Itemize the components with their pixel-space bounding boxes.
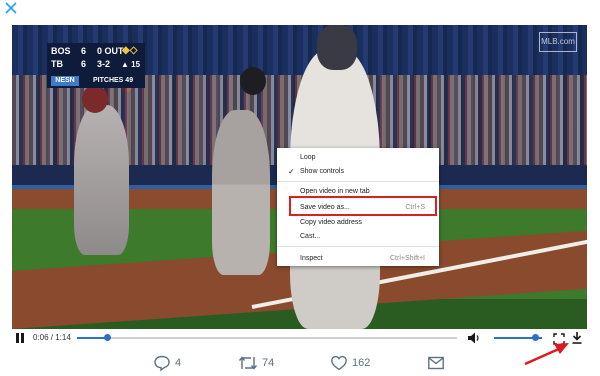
menu-divider bbox=[277, 246, 439, 247]
reply-count: 4 bbox=[175, 357, 182, 369]
progress-handle[interactable] bbox=[104, 334, 112, 341]
progress-fill bbox=[77, 337, 108, 339]
mlb-watermark: MLB.com bbox=[539, 32, 577, 52]
home-team: TB bbox=[51, 59, 63, 69]
close-icon bbox=[5, 2, 17, 14]
progress-bar[interactable] bbox=[77, 334, 457, 341]
checkmark-icon: ✓ bbox=[288, 167, 295, 176]
network-badge: NESN bbox=[51, 76, 79, 86]
runner-player bbox=[74, 105, 129, 255]
away-runs: 6 bbox=[81, 46, 87, 56]
home-runs: 6 bbox=[81, 59, 87, 69]
retweet-button[interactable]: 74 bbox=[238, 354, 274, 372]
bases-icon: ◆◇ bbox=[122, 45, 138, 56]
volume-button[interactable] bbox=[467, 331, 481, 345]
inning-arrow-icon: ▲ bbox=[121, 60, 129, 69]
menu-item-show-controls[interactable]: ✓ Show controls bbox=[277, 165, 439, 178]
ball-strike-count: 3-2 bbox=[97, 59, 111, 69]
pause-button[interactable] bbox=[16, 333, 26, 343]
envelope-icon bbox=[428, 356, 444, 370]
menu-item-cast[interactable]: Cast... bbox=[277, 230, 439, 243]
close-button[interactable] bbox=[2, 0, 20, 18]
volume-icon bbox=[468, 332, 479, 344]
menu-item-copy-video-address[interactable]: Copy video address bbox=[277, 216, 439, 229]
like-button[interactable]: 162 bbox=[330, 354, 370, 372]
heart-icon bbox=[331, 355, 347, 371]
menu-divider bbox=[277, 181, 439, 182]
reply-icon bbox=[154, 355, 170, 372]
retweet-icon bbox=[238, 356, 258, 370]
pause-icon bbox=[16, 333, 19, 343]
scoreboard: BOS 6 0 OUT TB 6 3-2 ◆◇ ▲ 15 NESN PITCHE… bbox=[47, 43, 145, 88]
menu-item-inspect[interactable]: Inspect Ctrl+Shift+I bbox=[277, 252, 439, 265]
inning: 15 bbox=[131, 60, 141, 69]
like-count: 162 bbox=[352, 357, 371, 369]
retweet-count: 74 bbox=[262, 357, 275, 369]
time-display: 0:06 / 1:14 bbox=[33, 333, 71, 342]
pitches-label: PITCHES bbox=[93, 77, 124, 84]
pitch-count: 49 bbox=[125, 77, 134, 84]
message-button[interactable] bbox=[427, 354, 445, 372]
runner-player bbox=[212, 110, 270, 275]
menu-item-loop[interactable]: Loop bbox=[277, 151, 439, 164]
away-team: BOS bbox=[51, 46, 71, 56]
video-controls: 0:06 / 1:14 bbox=[12, 329, 587, 347]
tweet-actions: 4 74 162 bbox=[0, 350, 600, 376]
outs: 0 OUT bbox=[97, 46, 124, 56]
reply-button[interactable]: 4 bbox=[153, 354, 181, 372]
save-video-highlight-box bbox=[289, 196, 437, 216]
